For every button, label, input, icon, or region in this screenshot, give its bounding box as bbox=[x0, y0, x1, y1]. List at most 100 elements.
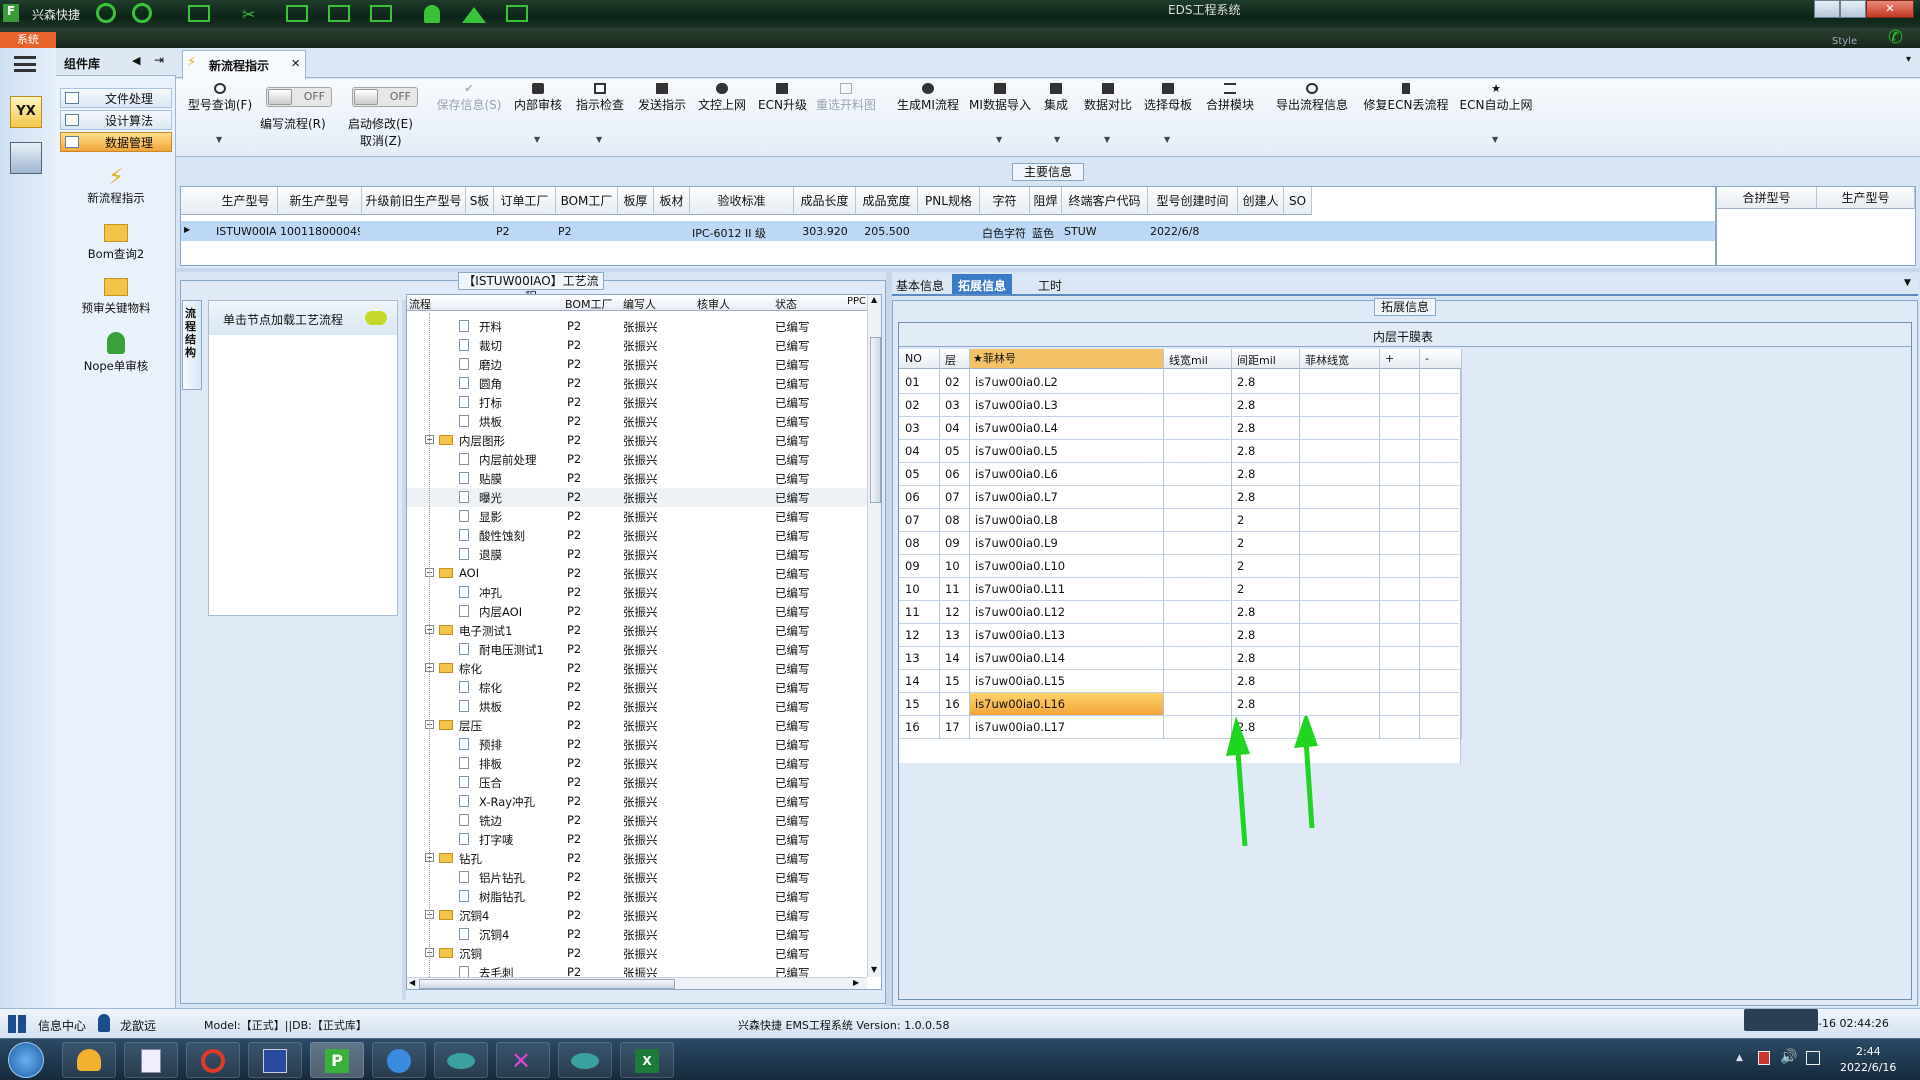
hscroll-thumb[interactable] bbox=[419, 979, 675, 989]
film-cell[interactable]: 03 bbox=[905, 421, 920, 435]
monitor-icon[interactable] bbox=[506, 5, 528, 22]
film-cell[interactable]: is7uw00ia0.L15 bbox=[975, 674, 1065, 688]
tree-row[interactable]: 耐电压测试1 P2 张振兴 已编写 bbox=[407, 640, 881, 659]
film-cell[interactable]: is7uw00ia0.L11 bbox=[975, 582, 1065, 596]
film-cell[interactable]: 2.8 bbox=[1237, 697, 1255, 711]
film-cell[interactable]: 17 bbox=[945, 720, 960, 734]
taskbar-app-eds[interactable]: P bbox=[310, 1042, 364, 1078]
maximize-button[interactable]: ▫ bbox=[1840, 0, 1866, 18]
film-cell[interactable]: is7uw00ia0.L13 bbox=[975, 628, 1065, 642]
scroll-left-icon[interactable]: ◀ bbox=[409, 978, 415, 987]
taskbar-app-excel[interactable]: X bbox=[620, 1042, 674, 1078]
film-table-row[interactable]: 04 05 is7uw00ia0.L5 2.8 bbox=[899, 440, 1459, 463]
film-cell[interactable]: is7uw00ia0.L4 bbox=[975, 421, 1058, 435]
film-cell[interactable]: 04 bbox=[905, 444, 920, 458]
windows-grid-icon[interactable] bbox=[8, 1015, 26, 1033]
table-icon[interactable] bbox=[370, 5, 392, 22]
main-col-header[interactable]: 生产型号 bbox=[214, 187, 278, 215]
taskbar-app-viewer2[interactable] bbox=[558, 1042, 612, 1078]
tree-row[interactable]: 打字唛 P2 张振兴 已编写 bbox=[407, 830, 881, 849]
film-cell[interactable]: 10 bbox=[945, 559, 960, 573]
film-cell[interactable]: 14 bbox=[905, 674, 920, 688]
film-cell[interactable]: 2.8 bbox=[1237, 444, 1255, 458]
start-edit-toggle[interactable]: OFF bbox=[352, 87, 418, 107]
film-cell[interactable]: is7uw00ia0.L14 bbox=[975, 651, 1065, 665]
instruction-check-button[interactable]: 指示检查 bbox=[574, 83, 626, 113]
film-cell[interactable]: 05 bbox=[945, 444, 960, 458]
film-cell[interactable]: is7uw00ia0.L6 bbox=[975, 467, 1058, 481]
main-cell[interactable]: 2022/6/8 bbox=[1150, 225, 1236, 238]
film-cell[interactable]: 16 bbox=[945, 697, 960, 711]
main-info-row[interactable] bbox=[181, 221, 1715, 241]
film-table-row[interactable]: 11 12 is7uw00ia0.L12 2.8 bbox=[899, 601, 1459, 624]
volume-icon[interactable]: 🔊 bbox=[1780, 1049, 1797, 1065]
film-cell[interactable]: 2.8 bbox=[1237, 605, 1255, 619]
tab-work-hours[interactable]: 工时 bbox=[1038, 277, 1062, 294]
tree-row[interactable]: − 钻孔 P2 张振兴 已编写 bbox=[407, 849, 881, 868]
main-col-header[interactable]: 成品宽度 bbox=[856, 187, 918, 215]
taskbar-app-red[interactable] bbox=[186, 1042, 240, 1078]
film-cell[interactable]: 08 bbox=[945, 513, 960, 527]
merge-col-header[interactable]: 合拼型号 bbox=[1717, 187, 1817, 209]
main-col-header[interactable]: 字符 bbox=[980, 187, 1030, 215]
film-cell[interactable]: 08 bbox=[905, 536, 920, 550]
tree-row[interactable]: 显影 P2 张振兴 已编写 bbox=[407, 507, 881, 526]
film-cell[interactable]: 07 bbox=[945, 490, 960, 504]
cancel-button[interactable]: 取消(Z) bbox=[360, 132, 402, 149]
clock-time[interactable]: 2:44 bbox=[1856, 1045, 1881, 1058]
film-cell[interactable]: is7uw00ia0.L5 bbox=[975, 444, 1058, 458]
tree-row[interactable]: − 沉铜 P2 张振兴 已编写 bbox=[407, 944, 881, 963]
select-motherboard-button[interactable]: 选择母板 bbox=[1142, 83, 1194, 113]
style-label[interactable]: Style bbox=[1832, 36, 1857, 47]
hint-text[interactable]: 单击节点加载工艺流程 bbox=[223, 311, 343, 328]
tab-new-process[interactable]: ⚡ 新流程指示 ✕ bbox=[182, 50, 306, 79]
tree-row[interactable]: 内层AOI P2 张振兴 已编写 bbox=[407, 602, 881, 621]
tree-row[interactable]: 退膜 P2 张振兴 已编写 bbox=[407, 545, 881, 564]
tree-row[interactable]: 圆角 P2 张振兴 已编写 bbox=[407, 374, 881, 393]
film-col-header[interactable]: 菲林线宽 bbox=[1305, 352, 1349, 368]
tab-close-icon[interactable]: ✕ bbox=[291, 57, 300, 70]
film-cell[interactable]: 03 bbox=[945, 398, 960, 412]
horizontal-splitter[interactable] bbox=[176, 268, 1920, 272]
film-table-row[interactable]: 15 16 is7uw00ia0.L16 2.8 bbox=[899, 693, 1459, 716]
tree-row[interactable]: 内层前处理 P2 张振兴 已编写 bbox=[407, 450, 881, 469]
structure-side-tab[interactable]: 流程结构 bbox=[182, 300, 202, 390]
film-col-header[interactable]: - bbox=[1425, 352, 1429, 365]
mountain-icon[interactable] bbox=[462, 7, 486, 23]
tree-row[interactable]: 沉铜4 P2 张振兴 已编写 bbox=[407, 925, 881, 944]
main-col-header[interactable]: 终端客户代码 bbox=[1062, 187, 1148, 215]
scroll-up-icon[interactable]: ▲ bbox=[871, 295, 877, 304]
film-cell[interactable]: 13 bbox=[945, 628, 960, 642]
film-table-row[interactable]: 13 14 is7uw00ia0.L14 2.8 bbox=[899, 647, 1459, 670]
menu-icon[interactable] bbox=[14, 56, 36, 72]
taskbar-app-mail[interactable] bbox=[372, 1042, 426, 1078]
dropdown-arrow-icon[interactable]: ▼ bbox=[534, 135, 540, 144]
reselect-cutting-button[interactable]: 重选开料图 bbox=[814, 83, 878, 113]
tree-row[interactable]: − 沉铜4 P2 张振兴 已编写 bbox=[407, 906, 881, 925]
info-center-label[interactable]: 信息中心 bbox=[38, 1017, 86, 1034]
doc-control-online-button[interactable]: 文控上网 bbox=[696, 83, 748, 113]
grid-icon[interactable] bbox=[188, 5, 210, 22]
tab-extended-info[interactable]: 拓展信息 bbox=[952, 274, 1013, 294]
film-table-row[interactable]: 08 09 is7uw00ia0.L9 2 bbox=[899, 532, 1459, 555]
film-cell[interactable]: 12 bbox=[905, 628, 920, 642]
tray-widget[interactable] bbox=[1744, 1009, 1818, 1031]
repair-ecn-button[interactable]: 修复ECN丢流程 bbox=[1362, 83, 1450, 113]
tree-row[interactable]: 裁切 P2 张振兴 已编写 bbox=[407, 336, 881, 355]
tree-row[interactable]: 曝光 P2 张振兴 已编写 bbox=[407, 488, 881, 507]
main-cell[interactable]: 白色字符 bbox=[982, 225, 1028, 241]
tile-key-material[interactable]: 预审关键物料 bbox=[56, 276, 176, 324]
dropdown-arrow-icon[interactable]: ▼ bbox=[596, 135, 602, 144]
export-process-button[interactable]: 导出流程信息 bbox=[1274, 83, 1350, 113]
tree-vscrollbar[interactable]: ▲ ▼ bbox=[867, 295, 881, 977]
scroll-down-icon[interactable]: ▼ bbox=[871, 965, 877, 974]
main-cell[interactable]: 10011800004966 bbox=[280, 225, 360, 238]
film-cell[interactable]: is7uw00ia0.L9 bbox=[975, 536, 1058, 550]
internal-review-button[interactable]: 内部审核 bbox=[512, 83, 564, 113]
dropdown-arrow-icon[interactable]: ▼ bbox=[996, 135, 1002, 144]
tree-row[interactable]: 棕化 P2 张振兴 已编写 bbox=[407, 678, 881, 697]
tab-basic-info[interactable]: 基本信息 bbox=[896, 277, 944, 294]
dropdown-arrow-icon[interactable]: ▼ bbox=[1104, 135, 1110, 144]
film-cell[interactable]: is7uw00ia0.L3 bbox=[975, 398, 1058, 412]
film-cell[interactable]: 2.8 bbox=[1237, 628, 1255, 642]
